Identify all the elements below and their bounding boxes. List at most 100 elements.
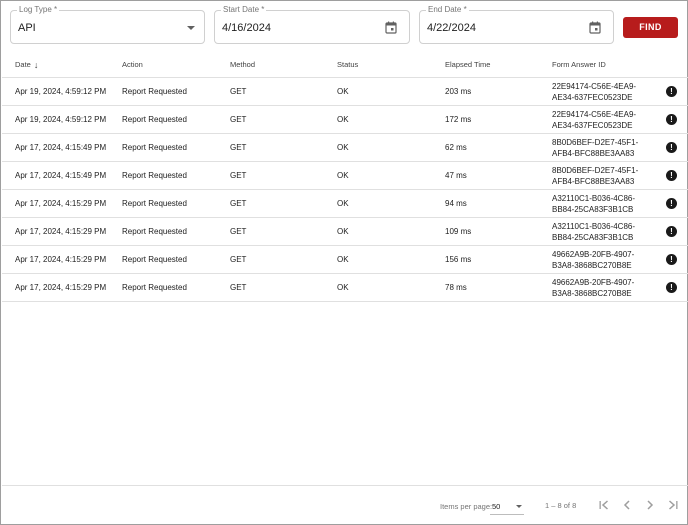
cell-action: Report Requested [122,143,187,152]
form-answer-id-line1: 22E94174-C56E-4EA9- [552,110,637,119]
form-answer-id-line1: 49662A9B-20FB-4907- [552,278,635,287]
cell-date: Apr 17, 2024, 4:15:29 PM [15,283,107,292]
cell-status: OK [337,87,349,96]
form-answer-id-line2: AE34-637FEC0523DE [552,93,633,102]
calendar-icon[interactable] [589,21,601,34]
cell-status: OK [337,283,349,292]
cell-method: GET [230,255,247,264]
cell-action: Report Requested [122,283,187,292]
exclamation-circle-icon[interactable]: ! [666,114,677,125]
previous-page-button[interactable] [620,498,634,512]
cell-status: OK [337,115,349,124]
form-answer-id-line1: A32110C1-B036-4C86- [552,194,636,203]
form-answer-id-line2: AE34-637FEC0523DE [552,121,633,130]
last-page-icon [669,500,678,510]
page-size-select[interactable]: 50 [492,502,500,511]
cell-method: GET [230,199,247,208]
cell-action: Report Requested [122,255,187,264]
cell-status: OK [337,227,349,236]
exclamation-circle-icon[interactable]: ! [666,282,677,293]
column-header-method: Method [230,60,256,69]
cell-elapsed-time: 172 ms [445,115,472,124]
page-size-caret-icon[interactable] [516,505,522,508]
cell-date: Apr 17, 2024, 4:15:49 PM [15,171,107,180]
table-row[interactable]: Apr 17, 2024, 4:15:29 PM Report Requeste… [2,246,688,274]
cell-date: Apr 17, 2024, 4:15:29 PM [15,199,107,208]
exclamation-circle-icon[interactable]: ! [666,170,677,181]
cell-method: GET [230,87,247,96]
cell-date: Apr 17, 2024, 4:15:29 PM [15,255,107,264]
end-date-value: 4/22/2024 [427,22,476,34]
cell-action: Report Requested [122,171,187,180]
table-row[interactable]: Apr 19, 2024, 4:59:12 PM Report Requeste… [2,78,688,106]
cell-elapsed-time: 62 ms [445,143,467,152]
cell-elapsed-time: 156 ms [445,255,472,264]
exclamation-circle-icon[interactable]: ! [666,198,677,209]
column-header-status: Status [337,60,359,69]
table-row[interactable]: Apr 17, 2024, 4:15:29 PM Report Requeste… [2,274,688,302]
app-frame: Log Type * API Start Date * 4/16/2024 En… [0,0,688,525]
end-date-label: End Date * [426,5,469,15]
paginator: Items per page: 50 1 – 8 of 8 [2,485,688,525]
cell-form-answer-id: 22E94174-C56E-4EA9- AE34-637FEC0523DE [552,109,636,131]
form-answer-id-line2: BB84-25CA83F3B1CB [552,205,634,214]
form-answer-id-line1: 8B0D6BEF-D2E7-45F1- [552,166,639,175]
cell-action: Report Requested [122,87,187,96]
cell-method: GET [230,171,247,180]
page-size-underline [490,514,524,515]
items-per-page-label: Items per page: [440,502,493,511]
page-range-label: 1 – 8 of 8 [545,501,577,510]
table-row[interactable]: Apr 17, 2024, 4:15:49 PM Report Requeste… [2,134,688,162]
sort-descending-icon[interactable]: ↓ [34,60,39,70]
form-answer-id-line2: BB84-25CA83F3B1CB [552,233,634,242]
table-row[interactable]: Apr 17, 2024, 4:15:29 PM Report Requeste… [2,218,688,246]
first-page-button[interactable] [597,498,611,512]
cell-date: Apr 17, 2024, 4:15:49 PM [15,143,107,152]
column-header-action: Action [122,60,143,69]
cell-form-answer-id: 49662A9B-20FB-4907- B3A8-3868BC270B8E [552,277,634,299]
end-date-field[interactable]: End Date * 4/22/2024 [419,5,614,44]
table-row[interactable]: Apr 19, 2024, 4:59:12 PM Report Requeste… [2,106,688,134]
cell-elapsed-time: 78 ms [445,283,467,292]
cell-form-answer-id: 49662A9B-20FB-4907- B3A8-3868BC270B8E [552,249,634,271]
exclamation-circle-icon[interactable]: ! [666,142,677,153]
cell-form-answer-id: 22E94174-C56E-4EA9- AE34-637FEC0523DE [552,81,636,103]
column-header-date[interactable]: Date ↓ [15,60,38,70]
form-answer-id-line1: A32110C1-B036-4C86- [552,222,636,231]
form-answer-id-line1: 49662A9B-20FB-4907- [552,250,635,259]
dropdown-caret-icon [187,26,195,30]
start-date-field[interactable]: Start Date * 4/16/2024 [214,5,410,44]
cell-elapsed-time: 203 ms [445,87,472,96]
column-header-label: Date [15,60,31,69]
next-page-button[interactable] [643,498,657,512]
cell-form-answer-id: 8B0D6BEF-D2E7-45F1- AFB4-BFC88BE3AA83 [552,137,638,159]
cell-action: Report Requested [122,227,187,236]
last-page-button[interactable] [666,498,680,512]
exclamation-circle-icon[interactable]: ! [666,254,677,265]
exclamation-circle-icon[interactable]: ! [666,86,677,97]
form-answer-id-line2: B3A8-3868BC270B8E [552,261,632,270]
cell-method: GET [230,115,247,124]
calendar-icon[interactable] [385,21,397,34]
find-button[interactable]: FIND [623,17,678,38]
column-header-form-answer-id: Form Answer ID [552,60,606,69]
table-row[interactable]: Apr 17, 2024, 4:15:29 PM Report Requeste… [2,190,688,218]
cell-elapsed-time: 109 ms [445,227,472,236]
chevron-left-icon [623,500,630,510]
log-type-select[interactable]: Log Type * API [10,5,205,44]
start-date-label: Start Date * [221,5,267,15]
cell-action: Report Requested [122,199,187,208]
cell-status: OK [337,143,349,152]
cell-elapsed-time: 47 ms [445,171,467,180]
exclamation-circle-icon[interactable]: ! [666,226,677,237]
table-header: Date ↓ Action Method Status Elapsed Time … [2,52,688,78]
cell-form-answer-id: A32110C1-B036-4C86- BB84-25CA83F3B1CB [552,193,635,215]
cell-method: GET [230,143,247,152]
cell-method: GET [230,283,247,292]
form-answer-id-line2: AFB4-BFC88BE3AA83 [552,177,635,186]
column-header-elapsed-time: Elapsed Time [445,60,491,69]
chevron-right-icon [647,500,654,510]
cell-date: Apr 19, 2024, 4:59:12 PM [15,115,107,124]
table-row[interactable]: Apr 17, 2024, 4:15:49 PM Report Requeste… [2,162,688,190]
cell-elapsed-time: 94 ms [445,199,467,208]
